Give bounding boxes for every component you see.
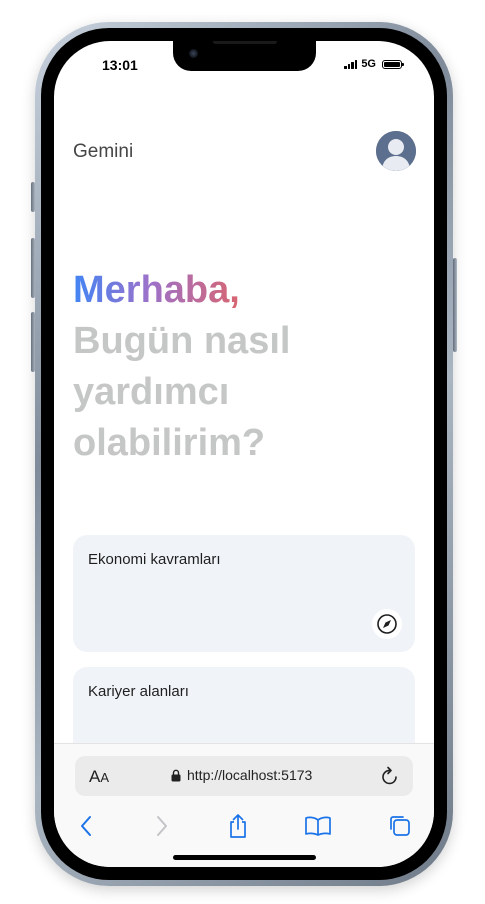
url-display: http://localhost:5173 xyxy=(171,767,312,783)
suggestion-label: Kariyer alanları xyxy=(88,683,189,700)
network-type: 5G xyxy=(361,58,376,70)
user-avatar-icon[interactable] xyxy=(376,131,416,171)
lock-icon xyxy=(171,769,181,781)
text-size-button[interactable]: AA xyxy=(89,767,109,787)
front-camera-icon xyxy=(189,49,198,58)
browser-chrome: AA http://localhost:5173 xyxy=(54,743,434,867)
app-title: Gemini xyxy=(73,141,134,162)
notch xyxy=(173,41,316,71)
suggestion-card-economy[interactable]: Ekonomi kavramları xyxy=(73,535,415,652)
phone-frame: 13:01 5G Gemini Merhaba, Bugün nasıl yar… xyxy=(35,22,453,886)
browser-toolbar xyxy=(54,812,434,840)
address-bar[interactable]: AA http://localhost:5173 xyxy=(75,756,413,796)
compass-icon xyxy=(372,609,402,639)
forward-icon[interactable] xyxy=(148,812,176,840)
back-icon[interactable] xyxy=(72,812,100,840)
phone-screen: 13:01 5G Gemini Merhaba, Bugün nasıl yar… xyxy=(54,41,434,867)
bookmarks-icon[interactable] xyxy=(304,812,332,840)
greeting-line-1: Bugün nasıl xyxy=(73,320,291,362)
greeting-line-2: yardımcı xyxy=(73,371,230,413)
greeting-line-3: olabilirim? xyxy=(73,422,266,464)
battery-icon xyxy=(382,59,404,69)
signal-icon xyxy=(344,59,358,69)
status-time: 13:01 xyxy=(102,57,138,73)
url-text: http://localhost:5173 xyxy=(187,767,313,783)
status-indicators: 5G xyxy=(344,58,404,70)
greeting-hello: Merhaba, xyxy=(73,269,240,311)
greeting: Merhaba, Bugün nasıl yardımcı olabilirim… xyxy=(73,265,290,469)
share-icon[interactable] xyxy=(224,812,252,840)
tabs-icon[interactable] xyxy=(386,812,414,840)
suggestion-label: Ekonomi kavramları xyxy=(88,551,221,568)
home-indicator[interactable] xyxy=(173,855,316,860)
reload-icon[interactable] xyxy=(381,766,399,790)
speaker-grille xyxy=(213,41,277,44)
power-button xyxy=(453,258,457,352)
